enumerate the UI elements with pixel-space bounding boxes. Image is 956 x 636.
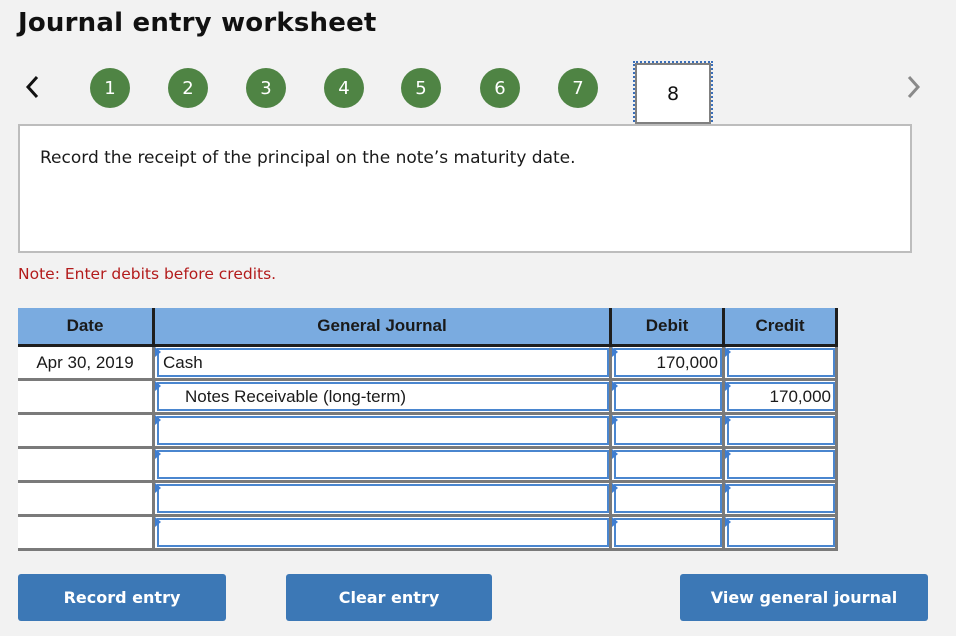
debit-cell — [610, 515, 725, 551]
debit-cell — [610, 481, 725, 517]
account-field[interactable]: Cash — [157, 348, 609, 377]
debit-cell — [610, 413, 725, 449]
account-cell — [153, 413, 612, 449]
marker-icon — [725, 449, 731, 459]
table-row — [18, 481, 838, 517]
account-field[interactable] — [157, 484, 609, 513]
journal-table: Date General Journal Debit Credit Apr 30… — [18, 308, 838, 551]
table-row — [18, 515, 838, 551]
credit-cell — [723, 481, 838, 517]
credit-cell — [723, 345, 838, 381]
account-field[interactable]: Notes Receivable (long-term) — [157, 382, 609, 411]
account-cell: Cash — [153, 345, 612, 381]
marker-icon — [612, 517, 618, 527]
credit-field[interactable] — [727, 518, 835, 547]
prompt-box: Record the receipt of the principal on t… — [18, 124, 912, 253]
date-cell: Apr 30, 2019 — [18, 345, 155, 381]
debit-cell — [610, 447, 725, 483]
debit-field[interactable] — [614, 450, 722, 479]
step-1-button[interactable]: 1 — [90, 68, 130, 108]
dropdown-marker-icon — [155, 347, 161, 357]
previous-button[interactable] — [22, 72, 44, 102]
dropdown-marker-icon — [155, 381, 161, 391]
header-date: Date — [18, 308, 155, 347]
step-8-button-current[interactable]: 8 — [633, 61, 713, 126]
credit-cell — [723, 515, 838, 551]
credit-cell — [723, 413, 838, 449]
account-cell: Notes Receivable (long-term) — [153, 379, 612, 415]
step-6-button[interactable]: 6 — [480, 68, 520, 108]
step-2-button[interactable]: 2 — [168, 68, 208, 108]
debit-field[interactable] — [614, 416, 722, 445]
step-5-button[interactable]: 5 — [401, 68, 441, 108]
marker-icon — [725, 483, 731, 493]
instruction-note: Note: Enter debits before credits. — [18, 265, 277, 283]
marker-icon — [725, 517, 731, 527]
credit-field[interactable] — [727, 450, 835, 479]
dropdown-marker-icon — [155, 483, 161, 493]
page-title: Journal entry worksheet — [18, 8, 377, 38]
debit-field[interactable] — [614, 382, 722, 411]
account-cell — [153, 481, 612, 517]
date-cell — [18, 379, 155, 415]
credit-field[interactable] — [727, 348, 835, 377]
account-field[interactable] — [157, 450, 609, 479]
prompt-text: Record the receipt of the principal on t… — [40, 148, 576, 168]
clear-entry-button[interactable]: Clear entry — [286, 574, 492, 621]
account-field[interactable] — [157, 416, 609, 445]
debit-cell: 170,000 — [610, 345, 725, 381]
header-general-journal: General Journal — [153, 308, 612, 347]
credit-field[interactable] — [727, 484, 835, 513]
dropdown-marker-icon — [155, 449, 161, 459]
debit-cell — [610, 379, 725, 415]
credit-field[interactable] — [727, 416, 835, 445]
marker-icon — [725, 381, 731, 391]
date-cell — [18, 481, 155, 517]
credit-cell: 170,000 — [723, 379, 838, 415]
step-7-button[interactable]: 7 — [558, 68, 598, 108]
marker-icon — [612, 415, 618, 425]
table-row — [18, 447, 838, 483]
table-header-row: Date General Journal Debit Credit — [18, 308, 838, 347]
marker-icon — [612, 483, 618, 493]
debit-field[interactable] — [614, 484, 722, 513]
table-row — [18, 413, 838, 449]
marker-icon — [612, 381, 618, 391]
marker-icon — [725, 347, 731, 357]
debit-field[interactable]: 170,000 — [614, 348, 722, 377]
dropdown-marker-icon — [155, 415, 161, 425]
chevron-left-icon — [25, 75, 39, 99]
table-row: Apr 30, 2019 Cash 170,000 — [18, 345, 838, 381]
marker-icon — [725, 415, 731, 425]
account-field[interactable] — [157, 518, 609, 547]
header-debit: Debit — [610, 308, 725, 347]
credit-cell — [723, 447, 838, 483]
table-row: Notes Receivable (long-term) 170,000 — [18, 379, 838, 415]
step-4-button[interactable]: 4 — [324, 68, 364, 108]
chevron-right-icon — [907, 75, 921, 99]
debit-field[interactable] — [614, 518, 722, 547]
date-cell — [18, 515, 155, 551]
marker-icon — [612, 347, 618, 357]
record-entry-button[interactable]: Record entry — [18, 574, 226, 621]
marker-icon — [612, 449, 618, 459]
account-cell — [153, 447, 612, 483]
dropdown-marker-icon — [155, 517, 161, 527]
credit-field[interactable]: 170,000 — [727, 382, 835, 411]
step-3-button[interactable]: 3 — [246, 68, 286, 108]
date-cell — [18, 447, 155, 483]
account-cell — [153, 515, 612, 551]
header-credit: Credit — [723, 308, 838, 347]
next-button[interactable] — [902, 72, 924, 102]
date-cell — [18, 413, 155, 449]
view-general-journal-button[interactable]: View general journal — [680, 574, 928, 621]
